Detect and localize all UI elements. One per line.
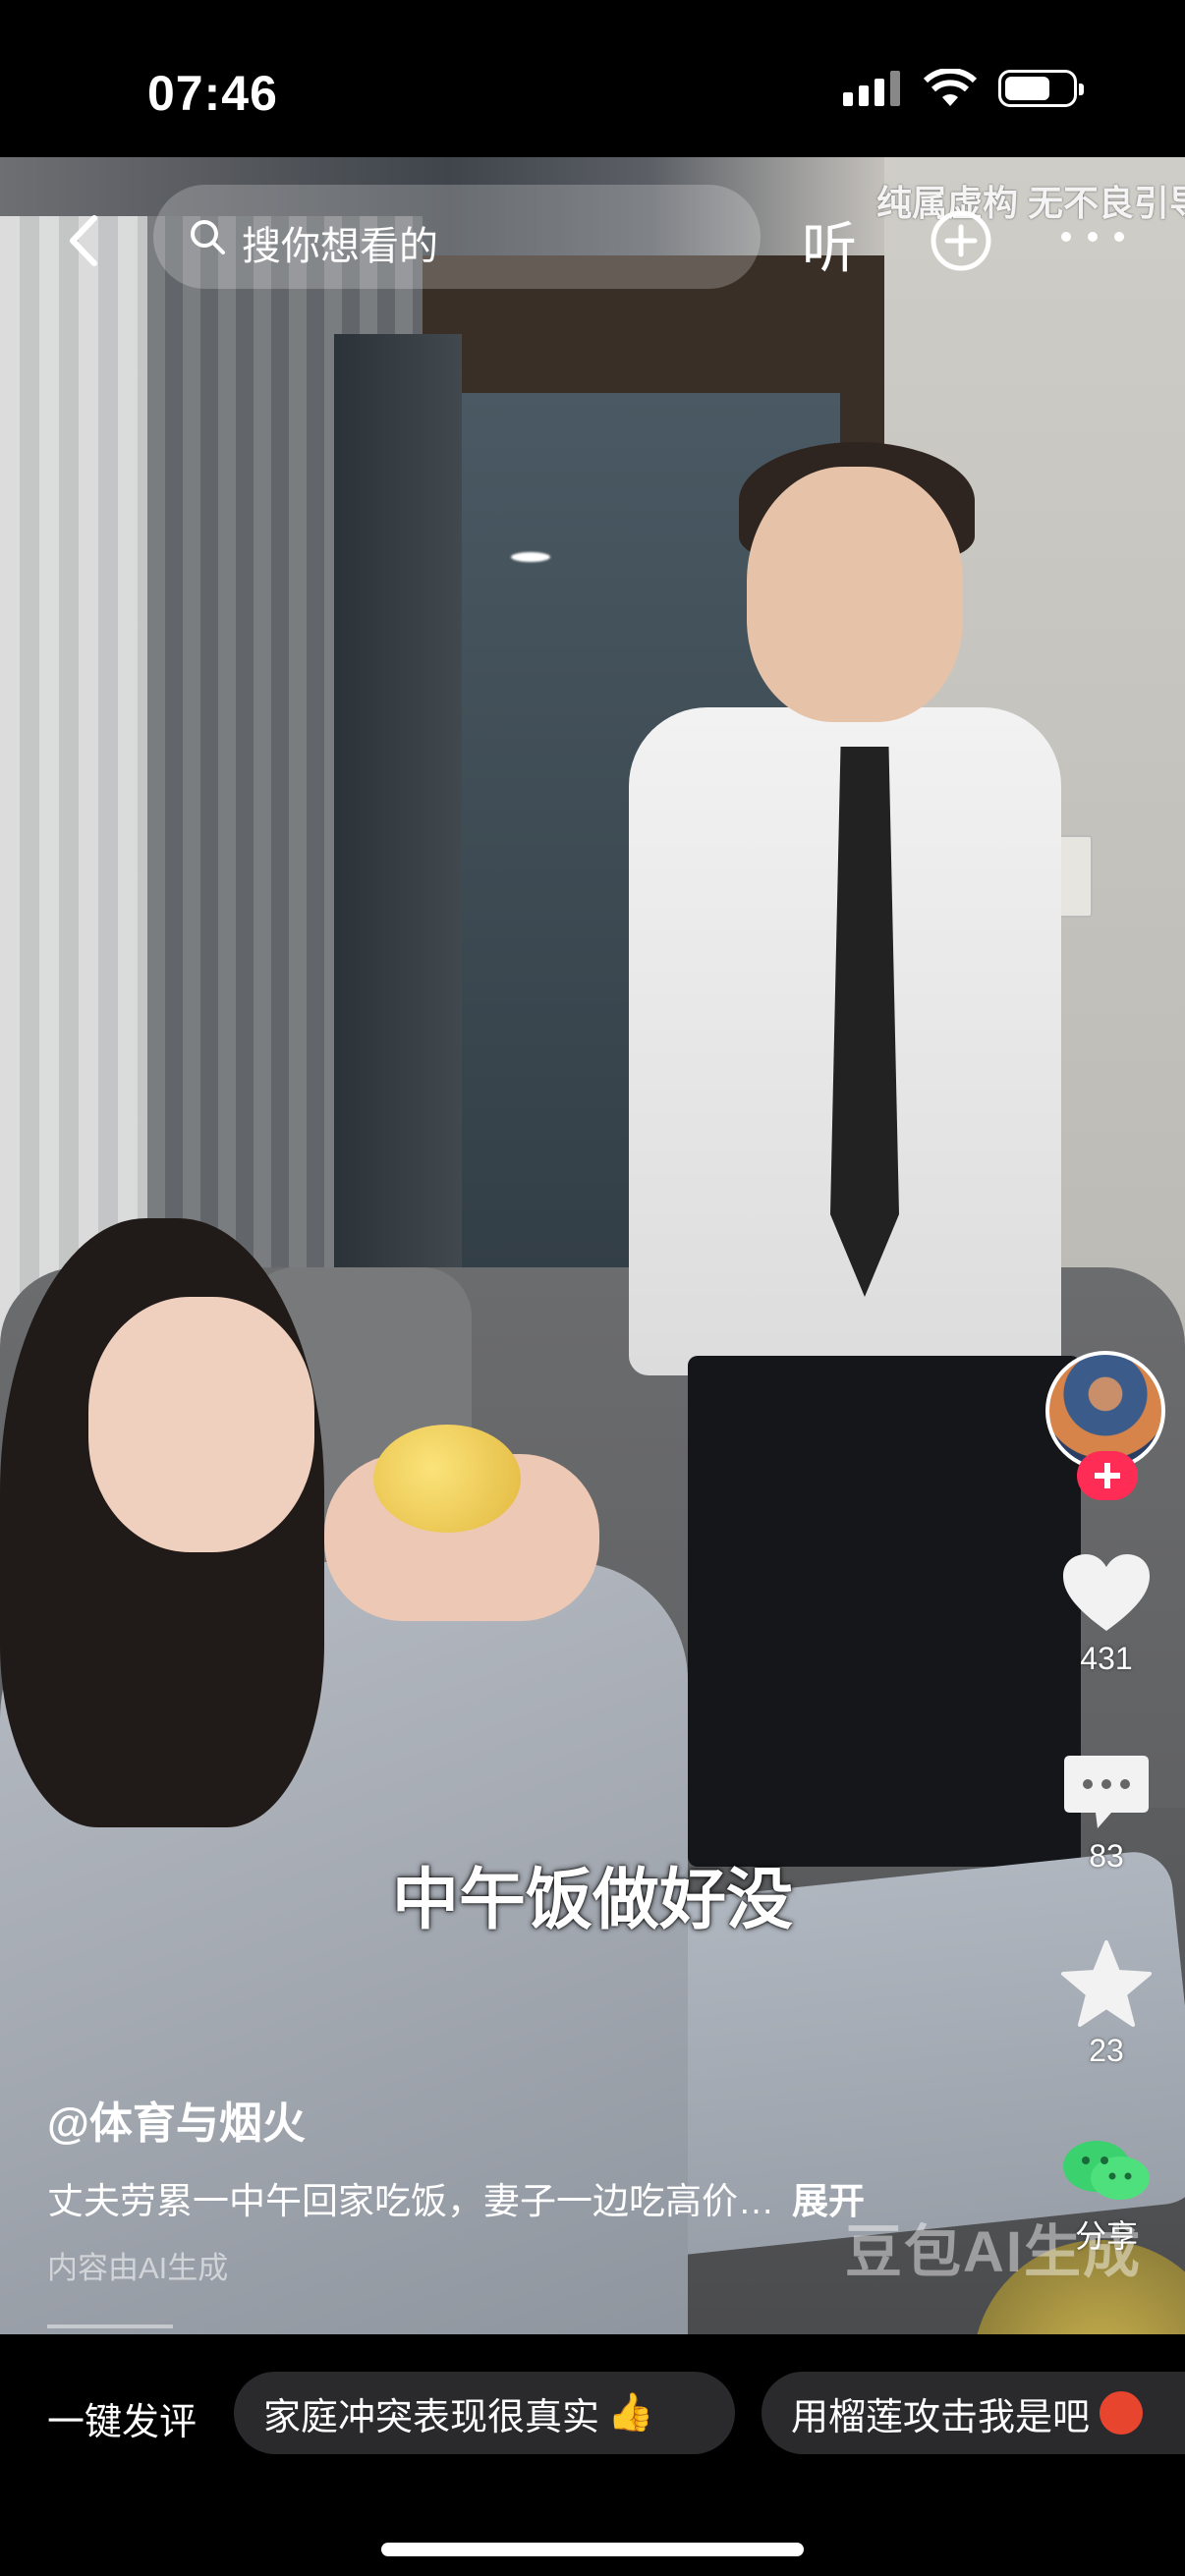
more-options-icon[interactable]	[1061, 232, 1124, 244]
video-description[interactable]: 丈夫劳累一中午回家吃饭，妻子一边吃高价… 展开	[47, 2171, 865, 2224]
chip-text: 用榴莲攻击我是吧	[791, 2396, 1091, 2438]
video-watermark-bottom: 豆包AI生成	[845, 2220, 1143, 2284]
wechat-icon	[1063, 2141, 1150, 2200]
video-player[interactable]	[0, 157, 1185, 2334]
heart-icon	[1063, 1554, 1150, 1631]
quick-comment-label: 一键发评	[47, 2402, 198, 2443]
signal-icon	[843, 71, 900, 106]
top-nav: 搜你想看的 听	[0, 185, 1185, 293]
battery-icon	[998, 70, 1084, 107]
search-icon	[191, 220, 225, 254]
author-name-link[interactable]: @体育与烟火	[47, 2088, 306, 2151]
video-progress-bar[interactable]	[47, 2324, 173, 2328]
status-bar: 07:46	[0, 0, 1185, 157]
back-arrow-icon[interactable]	[59, 214, 112, 267]
search-placeholder: 搜你想看的	[242, 225, 438, 268]
angry-face-icon	[1100, 2391, 1144, 2435]
ai-generated-note: 内容由AI生成	[47, 2251, 229, 2285]
video-subtitle: 中午饭做好没	[391, 1863, 793, 1937]
follow-plus-button[interactable]	[1077, 1451, 1138, 1500]
chip-text: 家庭冲突表现很真实	[263, 2396, 600, 2438]
wifi-icon	[924, 69, 977, 106]
quick-comment-bar: 一键发评 家庭冲突表现很真实 👍 用榴莲攻击我是吧	[0, 2334, 1185, 2576]
like-button[interactable]: 431	[1038, 1552, 1175, 1677]
description-text: 丈夫劳累一中午回家吃饭，妻子一边吃高价…	[47, 2181, 774, 2221]
thumbs-up-icon: 👍	[607, 2392, 654, 2434]
quick-comment-chip[interactable]: 家庭冲突表现很真实 👍	[234, 2372, 735, 2454]
favorite-button[interactable]: 23	[1038, 1940, 1175, 2069]
status-time: 07:46	[147, 66, 278, 121]
home-indicator[interactable]	[381, 2543, 804, 2556]
comment-bubble-icon	[1064, 1756, 1149, 1828]
status-icons	[843, 69, 1084, 108]
star-icon	[1061, 1940, 1152, 2027]
listen-button[interactable]: 听	[802, 204, 857, 284]
search-bar[interactable]: 搜你想看的	[153, 185, 761, 289]
add-circle-icon[interactable]	[930, 209, 992, 272]
favorite-count: 23	[1089, 2033, 1124, 2068]
like-count: 431	[1080, 1641, 1133, 1676]
quick-comment-chip[interactable]: 用榴莲攻击我是吧	[762, 2372, 1185, 2454]
